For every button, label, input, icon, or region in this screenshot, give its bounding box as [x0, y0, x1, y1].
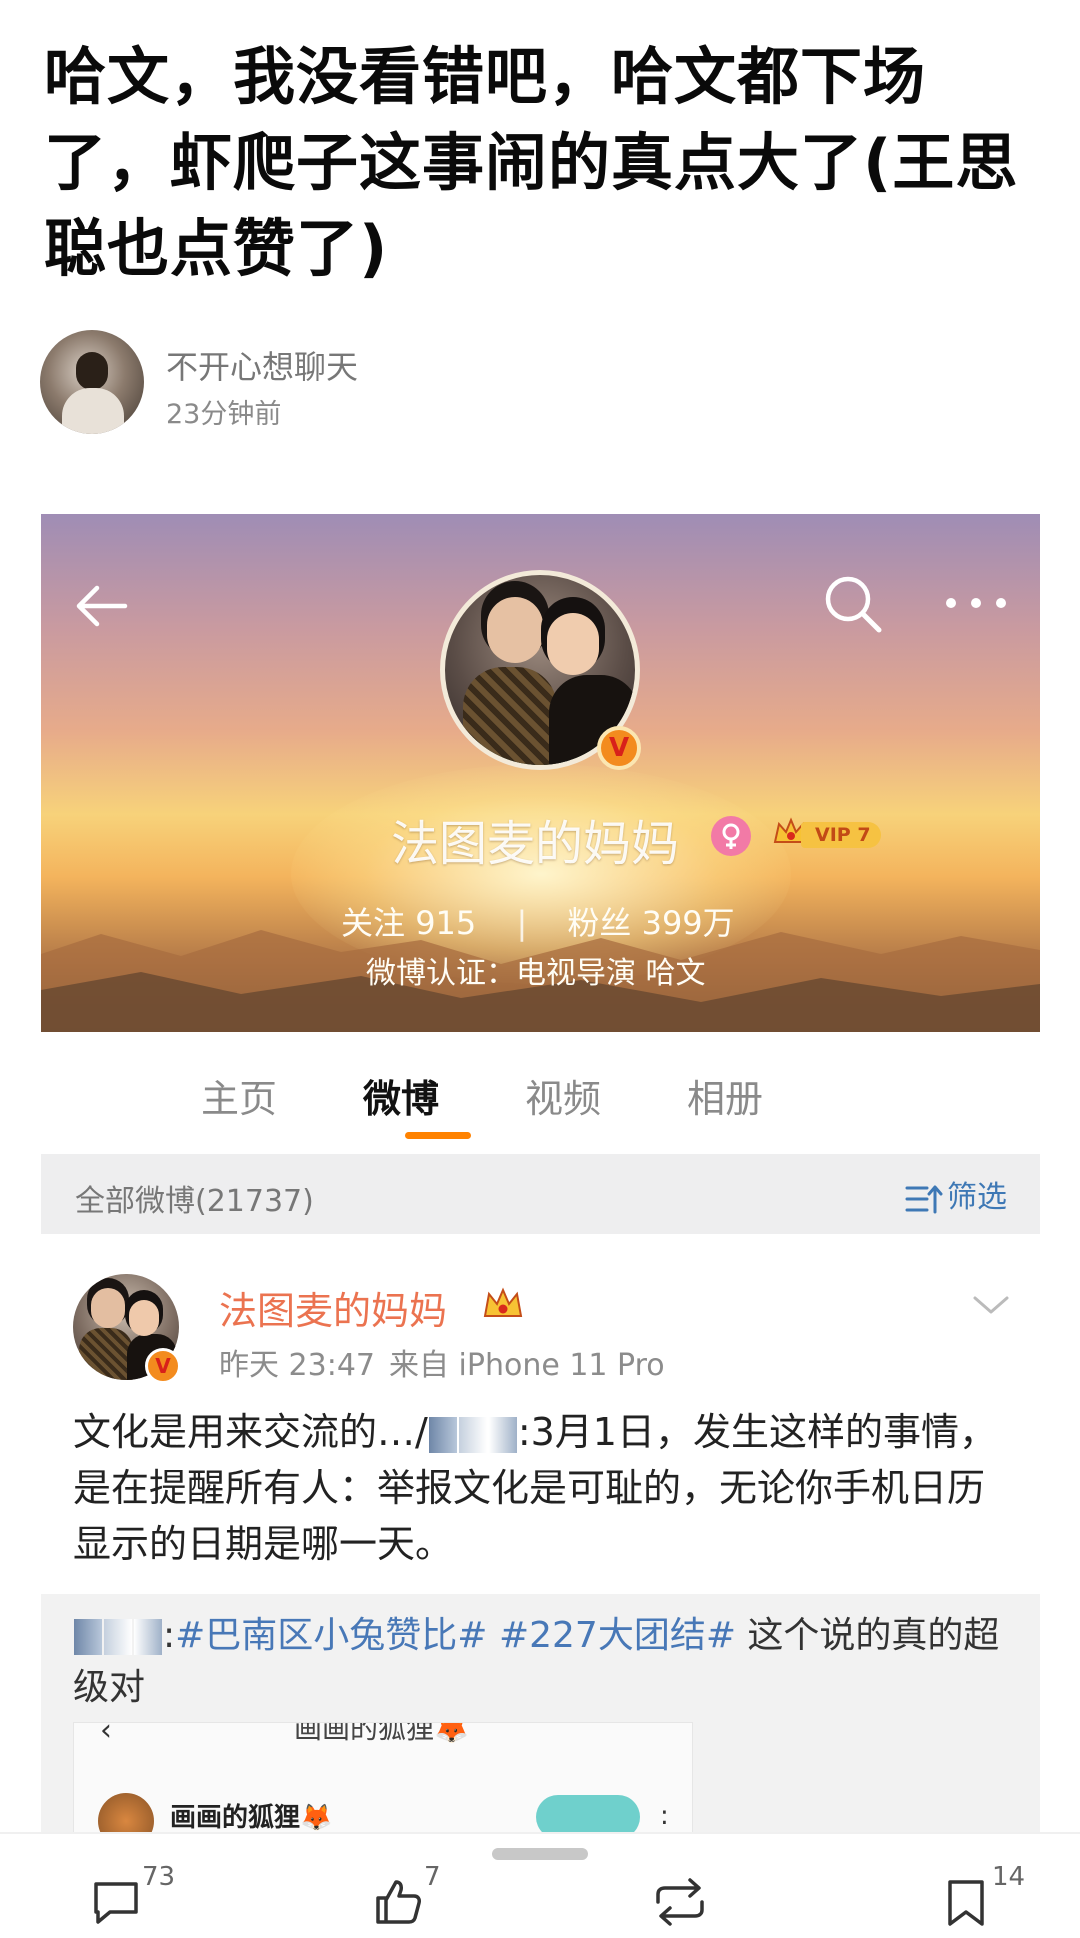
verified-badge-icon: V — [145, 1348, 181, 1384]
following-count[interactable]: 915 — [415, 904, 476, 942]
favorite-count: 14 — [992, 1862, 1026, 1892]
search-icon[interactable] — [821, 572, 885, 636]
verified-badge-icon: V — [597, 726, 641, 770]
post-author-name[interactable]: 法图麦的妈妈 — [219, 1280, 447, 1335]
chevron-left-icon: ‹ — [100, 1722, 112, 1748]
image-user-name: 画画的狐狸🦊 — [170, 1803, 333, 1833]
filter-icon — [905, 1185, 943, 1213]
tab-video[interactable]: 视频 — [525, 1068, 601, 1123]
repost-text: :#巴南区小兔赞比# #227大团结# 这个说的真的超级对 — [73, 1615, 1000, 1708]
author-avatar[interactable] — [40, 330, 144, 434]
author-row[interactable]: 不开心想聊天 23分钟前 — [40, 330, 940, 434]
verification-text: 微博认证：电视导演 哈文 — [366, 956, 706, 991]
comment-icon — [94, 1882, 138, 1924]
post-time: 昨天 23:47 — [219, 1348, 375, 1383]
profile-name: 法图麦的妈妈 — [391, 816, 680, 872]
repost-icon — [656, 1878, 704, 1926]
profile-banner: V 法图麦的妈妈 VIP 7 关注 915 | 粉丝 399万 微博认证：电视导… — [41, 514, 1040, 1032]
vip-crown-icon — [483, 1287, 523, 1317]
like-button[interactable]: 7 — [372, 1862, 492, 1934]
following-label[interactable]: 关注 — [341, 904, 405, 942]
post-body: 文化是用来交流的…/:3月1日，发生这样的事情，是在提醒所有人：举报文化是可耻的… — [73, 1410, 997, 1566]
blurred-username — [428, 1416, 457, 1453]
thumbs-up-icon — [376, 1880, 421, 1924]
favorite-button[interactable]: 14 — [940, 1862, 1060, 1934]
more-icon[interactable] — [941, 588, 1011, 618]
post-time: 23分钟前 — [166, 399, 282, 430]
hashtag-link[interactable]: #巴南区小兔赞比# — [175, 1615, 487, 1656]
like-count: 7 — [424, 1862, 441, 1892]
comment-button[interactable]: 73 — [90, 1862, 210, 1934]
feed-header: 全部微博(21737) 筛选 — [41, 1154, 1040, 1234]
feed-count: 全部微博(21737) — [75, 1184, 314, 1219]
tab-album[interactable]: 相册 — [687, 1068, 763, 1123]
comment-count: 73 — [142, 1862, 176, 1892]
post-source: 来自 iPhone 11 Pro — [389, 1348, 665, 1383]
bottom-action-bar: 73 7 14 — [0, 1832, 1080, 1938]
follow-stats: 关注 915 | 粉丝 399万 — [341, 904, 735, 942]
vip-level-badge: VIP 7 — [801, 822, 881, 848]
back-arrow-icon[interactable] — [71, 576, 131, 636]
tab-home[interactable]: 主页 — [201, 1068, 277, 1123]
post-meta: 昨天 23:47 来自 iPhone 11 Pro — [219, 1340, 665, 1384]
article-title: 哈文，我没看错吧，哈文都下场了，虾爬子这事闹的真点大了(王思聪也点赞了) — [44, 40, 1019, 285]
repost-button[interactable] — [652, 1870, 772, 1934]
filter-button[interactable]: 筛选 — [905, 1172, 1007, 1216]
blurred-username — [74, 1619, 102, 1655]
hashtag-link[interactable]: #227大团结# — [499, 1615, 736, 1656]
chevron-down-icon[interactable] — [971, 1290, 1011, 1320]
bookmark-icon — [948, 1880, 984, 1926]
female-icon — [711, 816, 751, 856]
active-tab-indicator — [405, 1132, 471, 1139]
author-name[interactable]: 不开心想聊天 — [166, 342, 358, 388]
tab-weibo[interactable]: 微博 — [363, 1068, 439, 1123]
image-header-text: 画画的狐狸🦊 — [294, 1722, 469, 1745]
fans-label[interactable]: 粉丝 — [567, 904, 631, 942]
filter-label: 筛选 — [947, 1180, 1007, 1215]
home-indicator — [492, 1848, 588, 1860]
fans-count[interactable]: 399万 — [642, 904, 735, 942]
profile-tabs: 主页 微博 视频 相册 — [41, 1032, 1040, 1144]
embedded-screenshot: V 法图麦的妈妈 VIP 7 关注 915 | 粉丝 399万 微博认证：电视导… — [41, 514, 1040, 1938]
